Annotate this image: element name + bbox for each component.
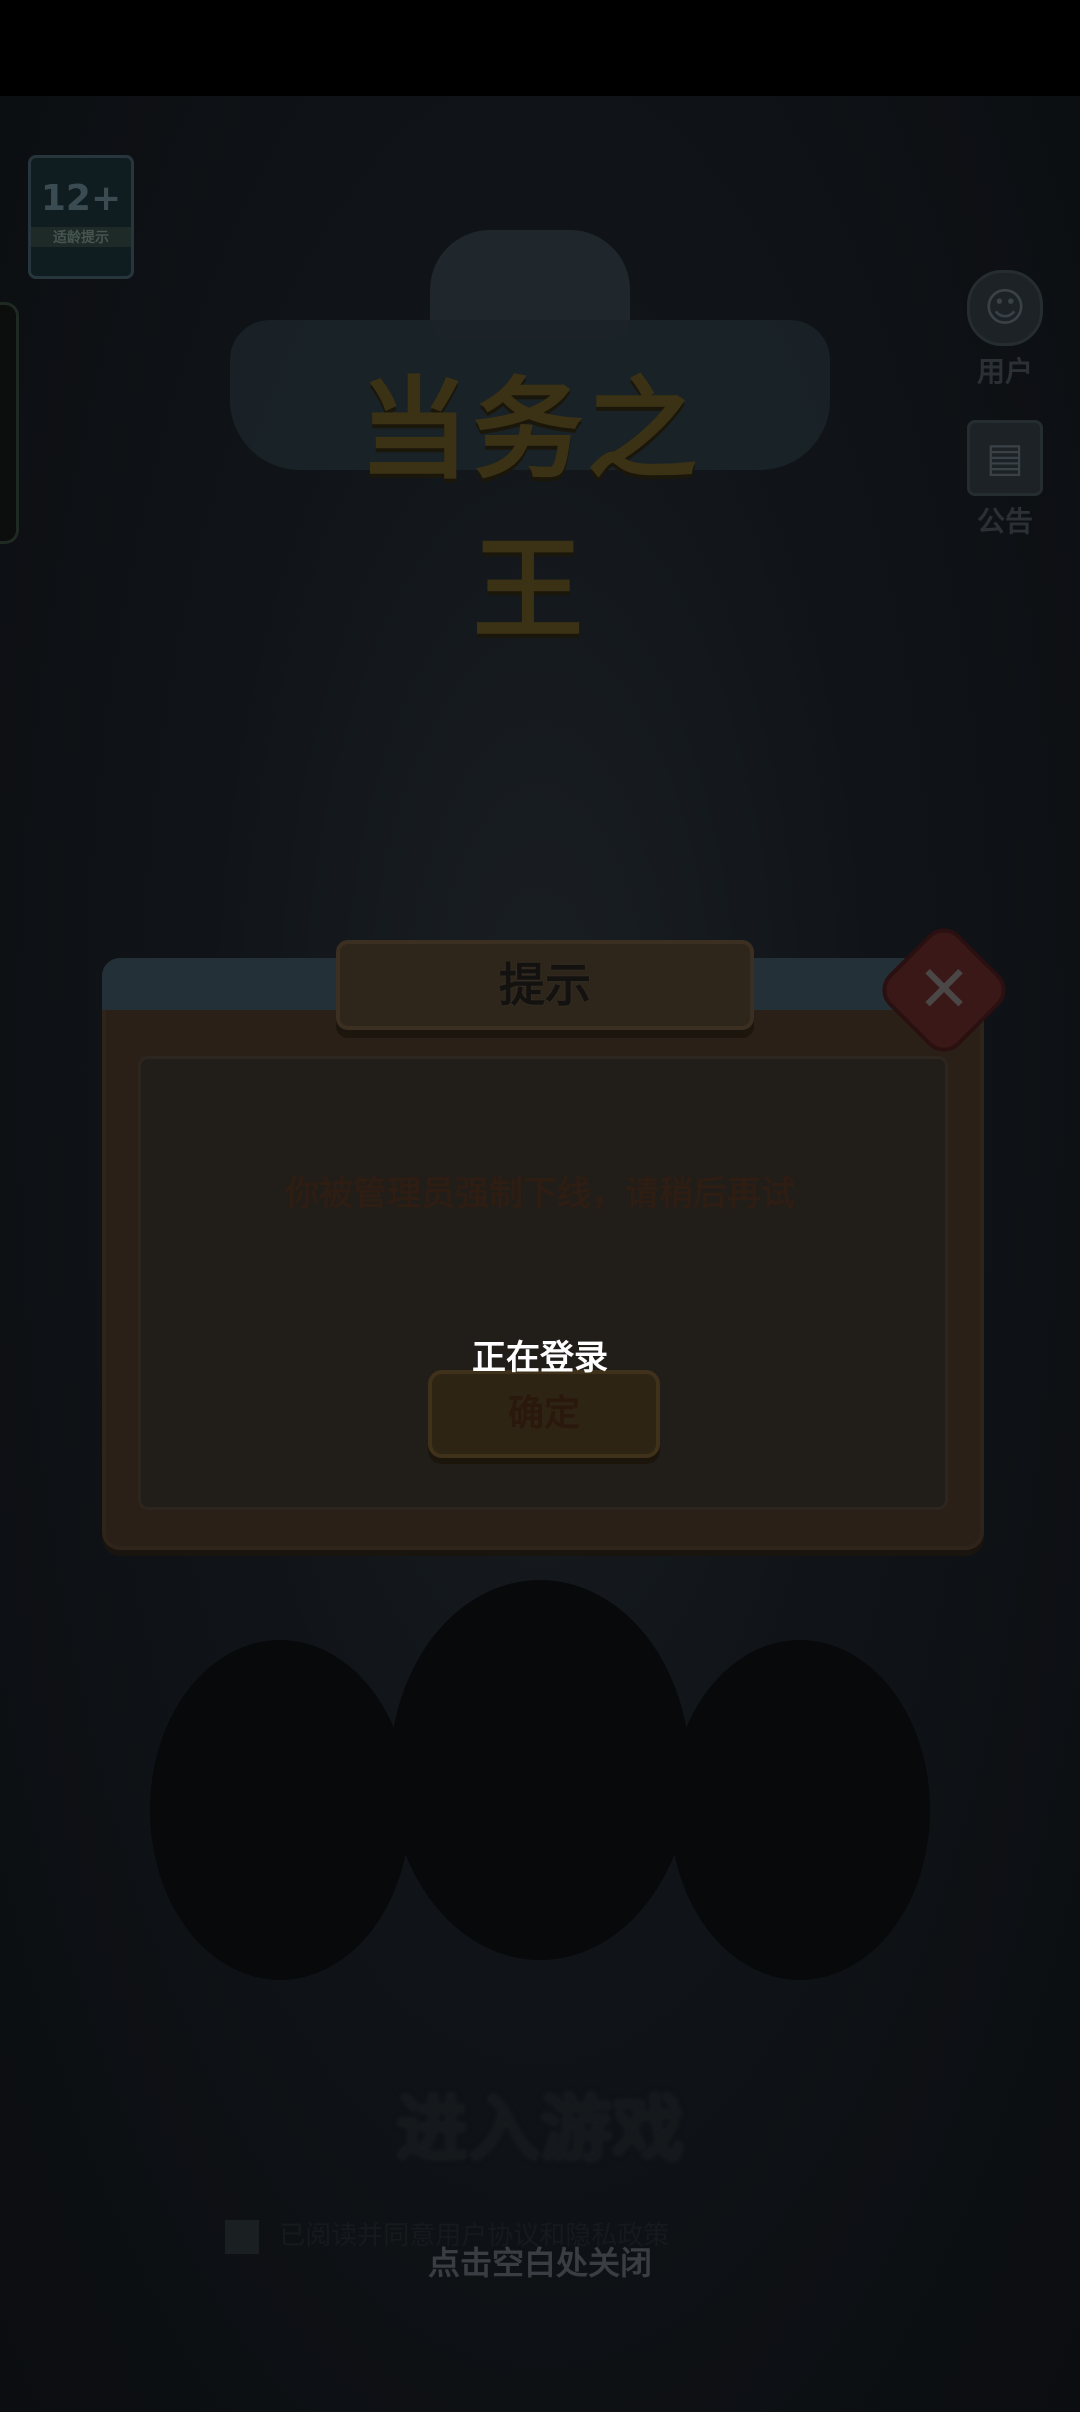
- user-icon: ☺: [967, 270, 1043, 346]
- age-rating-badge: 12+ 适龄提示: [28, 155, 134, 279]
- agreement-checkbox[interactable]: [225, 2219, 259, 2254]
- game-screen[interactable]: 12+ 适龄提示 当务之王 ☺ 用户 ▤ 公告 进入游戏 已阅读并同意用户协议和…: [0, 0, 1080, 2412]
- side-drawer-tab[interactable]: [0, 302, 19, 544]
- user-button-label: 用户: [976, 355, 1033, 388]
- notice-button[interactable]: ▤ 公告: [960, 420, 1050, 540]
- confirm-button[interactable]: 确定: [428, 1370, 660, 1458]
- enter-game-button[interactable]: 进入游戏: [340, 2070, 740, 2175]
- dialog-title: 提示: [499, 958, 591, 1012]
- age-rating-tag: 适龄提示: [31, 227, 131, 247]
- status-bar: [0, 0, 1080, 96]
- notice-icon: ▤: [967, 420, 1043, 496]
- close-icon: ✕: [917, 953, 971, 1027]
- character-group-illustration: [90, 1520, 990, 2020]
- confirm-button-label: 确定: [507, 1393, 580, 1434]
- dialog-title-ribbon: 提示: [336, 940, 754, 1030]
- game-logo: 当务之王: [230, 230, 830, 654]
- login-toast: 正在登录: [472, 1338, 608, 1378]
- age-rating-number: 12+: [40, 178, 122, 219]
- character-silhouette: [670, 1640, 930, 1980]
- character-silhouette: [150, 1640, 410, 1980]
- dialog-message: 你被管理员强制下线，请稍后再试: [285, 1174, 795, 1214]
- user-button[interactable]: ☺ 用户: [960, 270, 1050, 390]
- notice-button-label: 公告: [976, 505, 1033, 538]
- character-silhouette: [390, 1580, 690, 1960]
- tap-to-close-hint: 点击空白处关闭: [427, 2244, 652, 2282]
- logo-title: 当务之王: [359, 366, 701, 654]
